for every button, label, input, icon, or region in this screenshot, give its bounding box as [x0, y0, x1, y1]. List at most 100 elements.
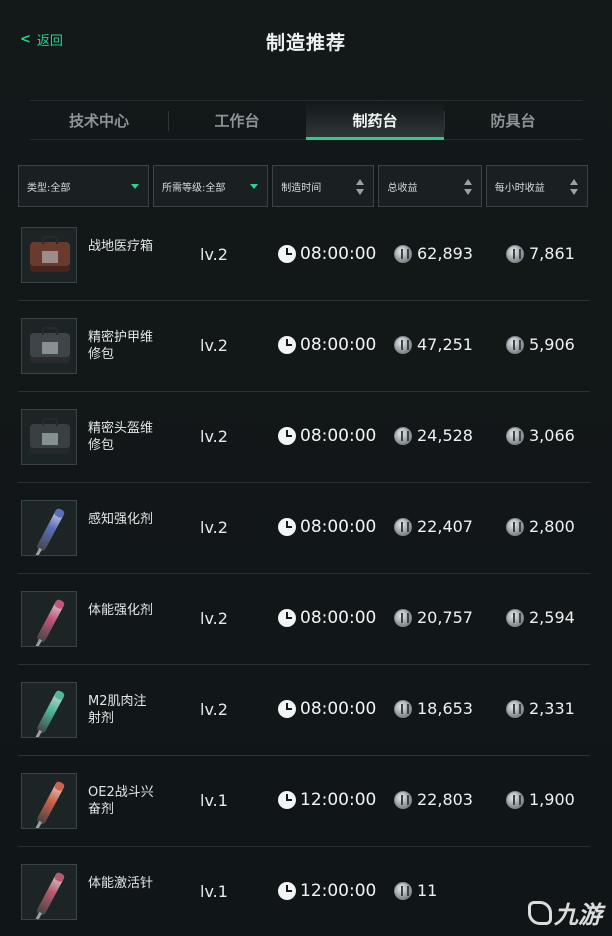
sort-icon [463, 179, 472, 195]
total-profit-value: 18,653 [417, 699, 473, 718]
tab-tech-center[interactable]: 技术中心 [30, 101, 168, 139]
total-profit: 47,251 [394, 335, 473, 354]
item-level: lv.2 [200, 336, 228, 355]
item-name: 精密头盔维修包 [88, 421, 154, 453]
hourly-profit-value: 1,900 [529, 790, 575, 809]
clock-icon [278, 336, 296, 354]
hourly-profit: 5,906 [506, 335, 575, 354]
hourly-profit: 1,900 [506, 790, 575, 809]
tab-workbench[interactable]: 工作台 [168, 101, 306, 139]
coin-icon [394, 699, 412, 718]
list-item[interactable]: 精密头盔维修包 lv.2 08:00:00 24,528 3,066 [18, 392, 590, 483]
total-profit: 22,803 [394, 790, 473, 809]
item-thumbnail [21, 227, 77, 283]
total-profit-value: 47,251 [417, 335, 473, 354]
total-profit-value: 11 [417, 881, 438, 900]
nine-game-logo-icon [528, 900, 552, 925]
tab-bar: 技术中心 工作台 制药台 防具台 [30, 100, 582, 140]
item-name: 战地医疗箱 [88, 239, 154, 254]
clock-icon [278, 882, 296, 900]
coin-icon [394, 608, 412, 627]
craft-time-value: 12:00:00 [300, 881, 377, 901]
list-item[interactable]: 感知强化剂 lv.2 08:00:00 22,407 2,800 [18, 483, 590, 574]
craft-time-value: 08:00:00 [300, 608, 377, 628]
header: < 返回 制造推荐 [0, 0, 612, 90]
total-sort-button[interactable]: 总收益 [378, 165, 482, 207]
craft-time: 08:00:00 [278, 244, 376, 264]
list-item[interactable]: 体能强化剂 lv.2 08:00:00 20,757 2,594 [18, 574, 590, 665]
craft-time: 12:00:00 [278, 790, 376, 810]
item-name: OE2战斗兴奋剂 [88, 785, 154, 817]
total-profit: 11 [394, 881, 437, 900]
clock-icon [278, 700, 296, 718]
hourly-profit: 7,861 [506, 244, 575, 263]
item-name: 感知强化剂 [88, 512, 154, 527]
hourly-sort-label: 每小时收益 [494, 182, 545, 194]
item-thumbnail [21, 500, 77, 556]
list-item[interactable]: 精密护甲维修包 lv.2 08:00:00 47,251 5,906 [18, 301, 590, 392]
total-profit: 24,528 [394, 426, 473, 445]
item-level: lv.2 [200, 518, 228, 537]
page-title: 制造推荐 [265, 32, 346, 54]
coin-icon [394, 335, 412, 354]
total-profit: 18,653 [394, 699, 473, 718]
craft-time: 08:00:00 [278, 517, 376, 537]
time-sort-label: 制造时间 [281, 182, 322, 194]
filter-bar: 类型:全部 所需等级:全部 制造时间 总收益 每小时收益 [18, 165, 589, 207]
hourly-profit-value: 3,066 [529, 426, 575, 445]
hourly-sort-button[interactable]: 每小时收益 [485, 165, 589, 207]
craft-time-value: 08:00:00 [300, 335, 377, 355]
coin-icon [506, 790, 524, 809]
level-filter-dropdown[interactable]: 所需等级:全部 [153, 165, 269, 207]
coin-icon [394, 426, 412, 445]
coin-icon [506, 244, 524, 263]
list-item[interactable]: 体能激活针 lv.1 12:00:00 11 [18, 847, 590, 936]
watermark: 九游 [528, 895, 602, 930]
hourly-profit-value: 2,800 [529, 517, 575, 536]
hourly-profit: 2,594 [506, 608, 575, 627]
coin-icon [394, 790, 412, 809]
total-profit: 20,757 [394, 608, 473, 627]
item-thumbnail [21, 318, 77, 374]
list-item[interactable]: M2肌肉注射剂 lv.2 08:00:00 18,653 2,331 [18, 665, 590, 756]
coin-icon [506, 335, 524, 354]
coin-icon [394, 881, 412, 900]
coin-icon [394, 517, 412, 536]
hourly-profit: 2,331 [506, 699, 575, 718]
hourly-profit-value: 5,906 [529, 335, 575, 354]
type-filter-dropdown[interactable]: 类型:全部 [18, 165, 150, 207]
item-thumbnail [21, 591, 77, 647]
list-item[interactable]: OE2战斗兴奋剂 lv.1 12:00:00 22,803 1,900 [18, 756, 590, 847]
item-thumbnail [21, 682, 77, 738]
recipe-list: 战地医疗箱 lv.2 08:00:00 62,893 7,861 精密护甲维修包… [18, 210, 590, 936]
tab-pharmacy[interactable]: 制药台 [306, 101, 444, 140]
time-sort-button[interactable]: 制造时间 [272, 165, 375, 207]
level-filter-label: 所需等级:全部 [162, 182, 226, 194]
total-sort-label: 总收益 [387, 182, 418, 194]
sort-icon [356, 179, 365, 195]
craft-time-value: 08:00:00 [300, 517, 377, 537]
item-name: 精密护甲维修包 [88, 330, 154, 362]
coin-icon [394, 244, 412, 263]
sort-icon [570, 179, 579, 195]
clock-icon [278, 609, 296, 627]
craft-time: 12:00:00 [278, 881, 376, 901]
dropdown-arrow-icon [250, 184, 259, 189]
item-thumbnail [21, 773, 77, 829]
list-item[interactable]: 战地医疗箱 lv.2 08:00:00 62,893 7,861 [18, 210, 590, 301]
hourly-profit: 2,800 [506, 517, 575, 536]
total-profit-value: 20,757 [417, 608, 473, 627]
coin-icon [506, 608, 524, 627]
item-thumbnail [21, 864, 77, 920]
total-profit: 22,407 [394, 517, 473, 536]
item-level: lv.2 [200, 700, 228, 719]
item-level: lv.1 [200, 791, 228, 810]
tab-armor-bench[interactable]: 防具台 [444, 101, 582, 139]
clock-icon [278, 427, 296, 445]
page: < 返回 制造推荐 技术中心 工作台 制药台 防具台 类型:全部 所需等级:全部… [0, 0, 612, 936]
craft-time-value: 08:00:00 [300, 426, 377, 446]
clock-icon [278, 791, 296, 809]
clock-icon [278, 518, 296, 536]
craft-time: 08:00:00 [278, 699, 376, 719]
total-profit-value: 22,407 [417, 517, 473, 536]
